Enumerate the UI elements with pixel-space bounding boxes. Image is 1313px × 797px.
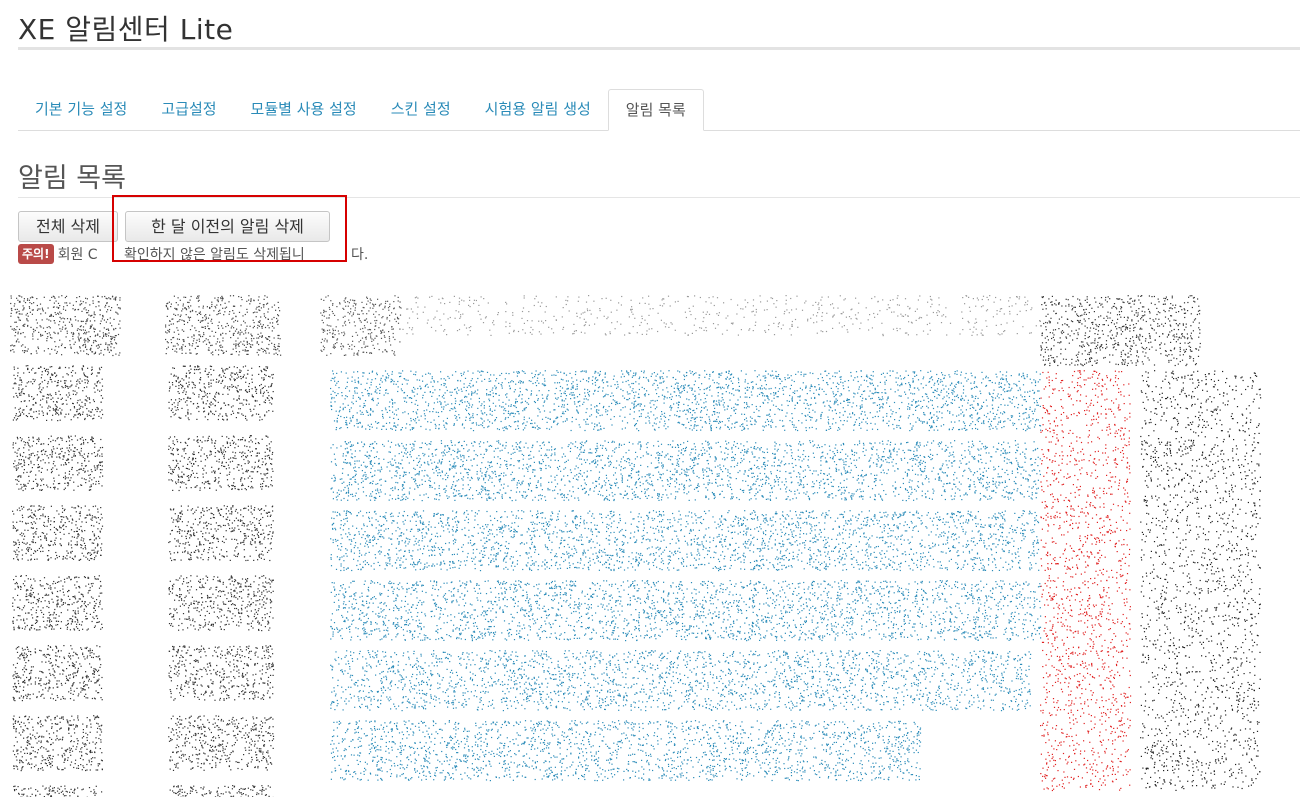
noise-block xyxy=(400,295,1041,337)
noise-block xyxy=(330,510,1040,572)
notification-list-obscured xyxy=(10,295,1262,797)
noise-block xyxy=(1140,370,1262,791)
noise-block xyxy=(12,715,103,772)
noise-block xyxy=(330,650,1032,712)
tab-skin-settings[interactable]: 스킨 설정 xyxy=(374,89,468,129)
title-divider xyxy=(18,47,1300,50)
warning-badge: 주의! xyxy=(18,244,54,264)
delete-old-notifications-button[interactable]: 한 달 이전의 알림 삭제 xyxy=(125,211,330,242)
noise-block xyxy=(1040,295,1201,367)
noise-block xyxy=(165,295,282,356)
noise-block xyxy=(330,720,922,782)
noise-block xyxy=(330,580,1042,642)
tab-notification-list[interactable]: 알림 목록 xyxy=(607,89,704,131)
noise-block xyxy=(12,435,104,492)
tab-bar: 기본 기능 설정 고급설정 모듈별 사용 설정 스킨 설정 시험용 알림 생성 … xyxy=(18,89,1300,131)
tab-basic-settings[interactable]: 기본 기능 설정 xyxy=(18,89,144,129)
noise-block xyxy=(169,785,274,797)
section-divider xyxy=(18,197,1300,198)
tab-advanced-settings[interactable]: 고급설정 xyxy=(144,89,233,129)
notice-line: 주의! 회원 C xyxy=(18,244,98,264)
noise-block xyxy=(168,365,274,421)
noise-block xyxy=(10,295,121,357)
noise-block xyxy=(13,785,103,797)
notice-text-end: 다. xyxy=(351,244,368,264)
page-title: XE 알림센터 Lite xyxy=(18,8,233,48)
noise-block xyxy=(168,435,274,492)
section-title: 알림 목록 xyxy=(18,156,126,195)
noise-block xyxy=(12,505,104,561)
delete-all-button[interactable]: 전체 삭제 xyxy=(18,211,118,242)
noise-block xyxy=(12,645,103,702)
noise-block xyxy=(1040,370,1132,792)
tab-module-settings[interactable]: 모듈별 사용 설정 xyxy=(234,89,374,129)
noise-block xyxy=(168,505,274,562)
noise-block xyxy=(168,645,275,701)
noise-block xyxy=(330,440,1041,502)
noise-block xyxy=(320,295,402,356)
notice-text-hidden: 확인하지 않은 알림도 삭제됩니 xyxy=(120,244,346,264)
noise-block xyxy=(168,575,274,632)
notice-mask: 확인하지 않은 알림도 삭제됩니 xyxy=(120,244,346,263)
noise-block xyxy=(12,365,104,422)
noise-block xyxy=(330,370,1042,432)
tab-test-notification[interactable]: 시험용 알림 생성 xyxy=(468,89,608,129)
notice-text-start: 회원 C xyxy=(58,244,98,264)
noise-block xyxy=(168,715,275,771)
noise-block xyxy=(12,575,103,631)
